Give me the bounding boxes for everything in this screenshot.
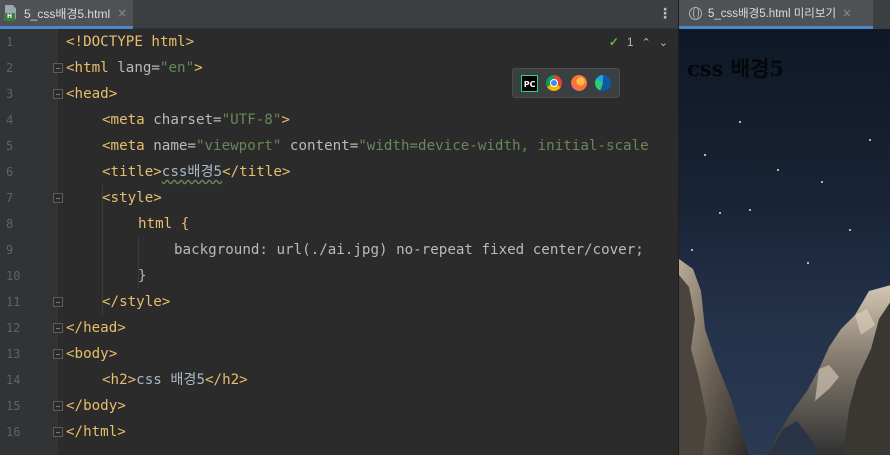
code-line-5: <meta name="viewport" content="width=dev… — [102, 138, 649, 154]
tab-5-css-html[interactable]: H 5_css배경5.html × — [0, 0, 133, 29]
inspection-count: 1 — [626, 35, 634, 49]
tab-label: 5_css배경5.html — [24, 6, 111, 21]
code-line-7: <style> — [102, 190, 162, 206]
preview-tab-label: 5_css배경5.html 미리보기 — [708, 8, 837, 20]
code-line-3: <head> — [66, 86, 118, 102]
globe-icon — [689, 6, 702, 20]
pycharm-icon[interactable]: PC — [521, 74, 539, 92]
tab-preview[interactable]: 5_css배경5.html 미리보기 × — [679, 0, 873, 29]
fold-marker-icon[interactable] — [53, 401, 63, 411]
preview-tab-bar: 5_css배경5.html 미리보기 × — [679, 0, 890, 29]
code-line-6: <title>css배경5</title> — [102, 164, 291, 180]
line-number: 8 — [6, 217, 14, 231]
chrome-icon[interactable] — [546, 75, 563, 91]
code-line-2: <html lang="en"> — [66, 60, 203, 76]
code-line-9: background: url(./ai.jpg) no-repeat fixe… — [174, 242, 644, 258]
fold-marker-icon[interactable] — [53, 63, 63, 73]
edge-icon[interactable] — [594, 75, 611, 91]
line-number: 1 — [6, 35, 14, 49]
line-number: 7 — [6, 191, 14, 205]
code-line-8: html { — [138, 216, 190, 232]
fold-marker-icon[interactable] — [53, 427, 63, 437]
code-line-10: } — [138, 268, 147, 284]
fold-marker-icon[interactable] — [53, 193, 63, 203]
inspection-widget[interactable]: ✓ 1 ⌃ ⌄ — [609, 35, 668, 49]
code-line-14: <h2>css 배경5</h2> — [102, 372, 248, 388]
preview-pane: 5_css배경5.html 미리보기 × css 배경5 — [678, 0, 890, 455]
code-line-11: </style> — [102, 294, 171, 310]
line-number: 12 — [6, 321, 21, 335]
preview-heading: css 배경5 — [687, 56, 784, 81]
preview-background-image: css 배경5 — [679, 29, 890, 455]
line-number: 6 — [6, 165, 14, 179]
line-number: 2 — [6, 61, 14, 75]
more-vert-icon[interactable]: ⋮ — [658, 6, 672, 22]
line-number: 14 — [6, 373, 21, 387]
line-number: 16 — [6, 425, 21, 439]
line-number: 3 — [6, 87, 14, 101]
line-number: 9 — [6, 243, 14, 257]
mountain-scene — [679, 259, 890, 455]
fold-marker-icon[interactable] — [53, 297, 63, 307]
code-line-12: </head> — [66, 320, 126, 336]
line-number: 13 — [6, 347, 21, 361]
open-in-browser-popup: PC — [512, 68, 620, 98]
check-icon: ✓ — [608, 35, 619, 49]
line-number: 11 — [6, 295, 21, 309]
code-line-1: <!DOCTYPE html> — [66, 34, 195, 50]
firefox-icon[interactable] — [570, 75, 587, 91]
line-number: 4 — [6, 113, 14, 127]
line-number-gutter: 1 2 3 4 5 6 7 8 9 10 11 12 13 14 15 16 — [0, 29, 58, 455]
chevron-up-icon[interactable]: ⌃ — [642, 36, 651, 49]
code-line-16: </html> — [66, 424, 126, 440]
fold-marker-icon[interactable] — [53, 89, 63, 99]
code-line-15: </body> — [66, 398, 126, 414]
code-line-13: <body> — [66, 346, 118, 362]
editor-tab-bar: H 5_css배경5.html × ⋮ — [0, 0, 678, 29]
html-file-icon: H — [4, 5, 18, 21]
fold-marker-icon[interactable] — [53, 323, 63, 333]
close-icon[interactable]: × — [842, 6, 852, 20]
line-number: 10 — [6, 269, 21, 283]
fold-marker-icon[interactable] — [53, 349, 63, 359]
close-icon[interactable]: × — [117, 6, 127, 20]
chevron-down-icon[interactable]: ⌄ — [659, 36, 668, 49]
line-number: 15 — [6, 399, 21, 413]
editor-pane: H 5_css배경5.html × ⋮ 1 2 3 4 5 6 7 8 9 10… — [0, 0, 678, 455]
code-line-4: <meta charset="UTF-8"> — [102, 112, 290, 128]
line-number: 5 — [6, 139, 14, 153]
